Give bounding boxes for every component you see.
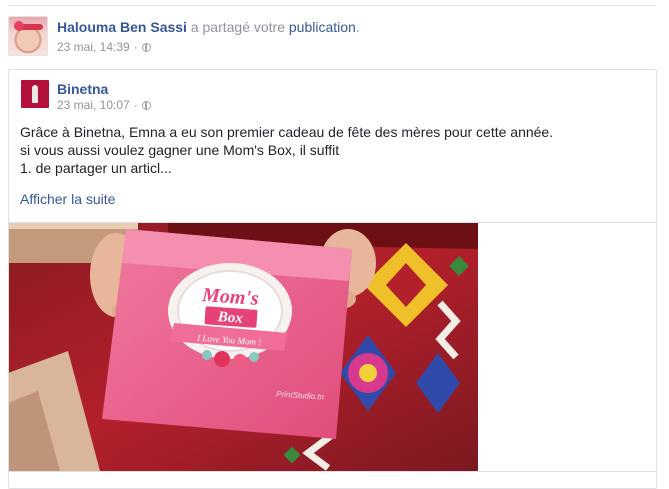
globe-icon[interactable] <box>141 42 151 52</box>
post-line: Grâce à Binetna, Emna a eu son premier c… <box>20 124 554 140</box>
headband-flower-shape <box>14 21 24 31</box>
page-avatar[interactable] <box>21 80 49 108</box>
box-title-line2: Box <box>216 309 244 327</box>
photo-bottom-strip <box>9 471 656 488</box>
post-body: Grâce à Binetna, Emna a eu son premier c… <box>20 123 640 177</box>
share-action-text: a partagé votre <box>190 19 285 35</box>
share-timestamp[interactable]: 23 mai, 14:39 <box>57 40 130 54</box>
photo-illustration: Mom's Box I Love You Mom ! PrintStudio.t… <box>9 223 478 471</box>
box-title-line1: Mom's <box>200 284 259 310</box>
share-header: Halouma Ben Sassi a partagé votre public… <box>8 14 648 58</box>
share-meta: 23 mai, 14:39 · <box>57 40 151 54</box>
top-divider <box>8 5 656 6</box>
publication-link[interactable]: publication <box>289 19 356 35</box>
post-timestamp[interactable]: 23 mai, 10:07 <box>57 98 130 112</box>
post-meta: 23 mai, 10:07 · <box>57 98 151 112</box>
figure-shape <box>32 85 38 103</box>
post-line: si vous aussi voulez gagner une Mom's Bo… <box>20 142 340 158</box>
share-period: . <box>355 19 360 35</box>
share-notification-line: Halouma Ben Sassi a partagé votre public… <box>57 18 360 36</box>
post-line: 1. de partager un articl... <box>20 160 172 176</box>
sharer-avatar[interactable] <box>8 16 48 56</box>
page-name-link[interactable]: Binetna <box>57 81 108 97</box>
meta-separator: · <box>133 40 138 54</box>
see-more-link[interactable]: Afficher la suite <box>20 191 115 207</box>
meta-separator: · <box>133 98 138 112</box>
post-photo[interactable]: Mom's Box I Love You Mom ! PrintStudio.t… <box>9 223 478 471</box>
globe-icon[interactable] <box>141 100 151 110</box>
photo-attachment: Mom's Box I Love You Mom ! PrintStudio.t… <box>9 222 656 488</box>
shared-post-card: Binetna 23 mai, 10:07 · Grâce à Binetna,… <box>8 69 657 489</box>
sharer-name-link[interactable]: Halouma Ben Sassi <box>57 19 187 35</box>
